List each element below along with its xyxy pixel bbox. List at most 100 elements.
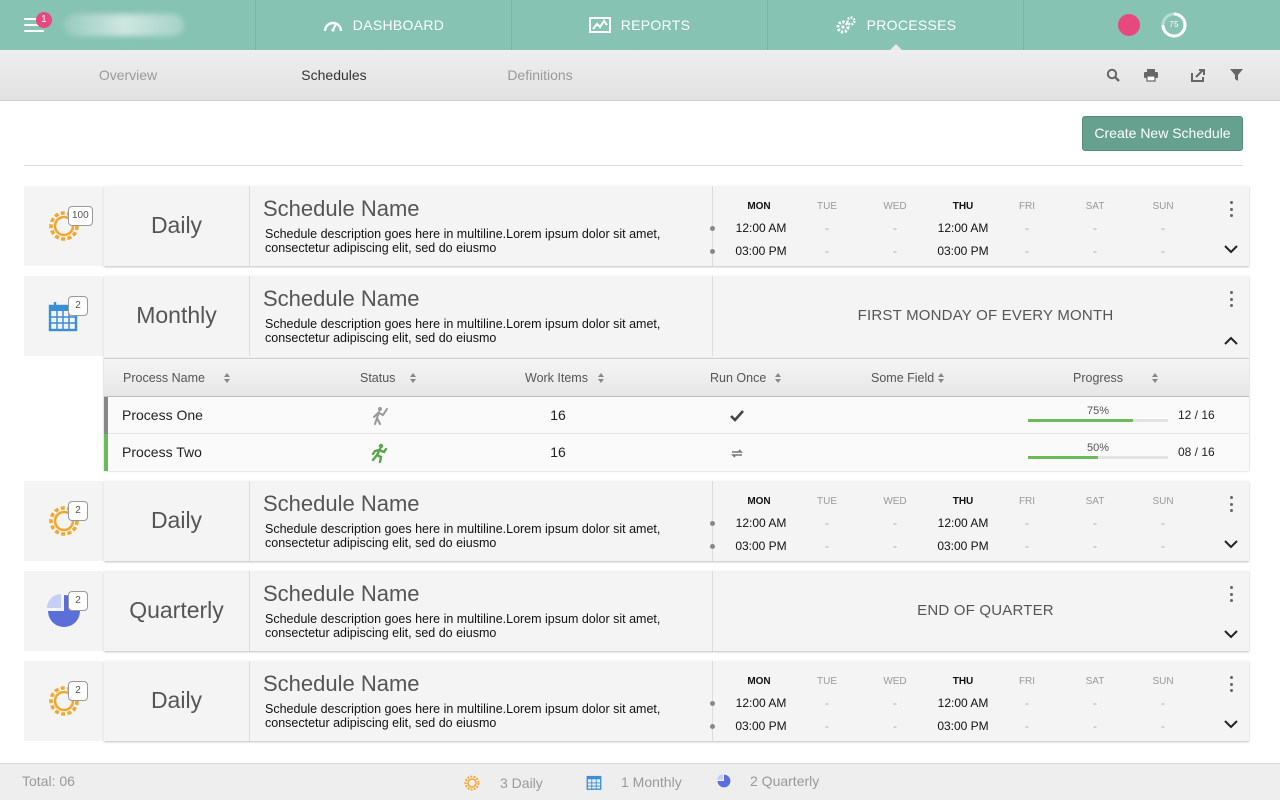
- chevron-up-icon[interactable]: [1222, 334, 1240, 348]
- day-header: THU: [952, 496, 974, 507]
- subtab-definitions[interactable]: Definitions: [490, 50, 590, 100]
- create-new-schedule-button[interactable]: Create New Schedule: [1082, 116, 1243, 151]
- schedule-card[interactable]: Daily Schedule Name Schedule description…: [104, 481, 1249, 561]
- time-cell: -: [1025, 221, 1029, 235]
- schedule-card[interactable]: Monthly Schedule Name Schedule descripti…: [104, 276, 1249, 358]
- tab-label: DASHBOARD: [352, 17, 445, 33]
- schedule-count-badge: 2: [68, 681, 88, 701]
- progress-fill: [1028, 419, 1133, 422]
- footer-quarterly-summary: 2 Quarterly: [716, 773, 819, 789]
- schedule-card[interactable]: Daily Schedule Name Schedule description…: [104, 661, 1249, 741]
- time-cell: -: [1093, 221, 1097, 235]
- sort-icon[interactable]: [224, 373, 230, 383]
- more-options-icon[interactable]: [1222, 495, 1240, 513]
- column-header[interactable]: Progress: [1073, 371, 1123, 385]
- running-person-icon: [371, 443, 388, 463]
- tab-label: REPORTS: [620, 17, 691, 33]
- search-icon[interactable]: [1105, 67, 1121, 83]
- day-header: TUE: [817, 496, 837, 507]
- schedule-name: Schedule Name: [263, 286, 420, 311]
- chevron-down-icon[interactable]: [1222, 537, 1240, 551]
- column-header[interactable]: Status: [360, 371, 395, 385]
- time-cell: 03:00 PM: [735, 719, 787, 733]
- day-header: MON: [747, 201, 771, 212]
- day-header: MON: [747, 676, 771, 687]
- schedule-count-badge: 2: [68, 501, 88, 521]
- row-accent-bar: [104, 397, 108, 434]
- tab-reports[interactable]: REPORTS: [512, 0, 768, 50]
- chevron-down-icon[interactable]: [1222, 717, 1240, 731]
- schedule-name: Schedule Name: [263, 671, 420, 696]
- time-cell: -: [1161, 719, 1165, 733]
- day-header: SAT: [1085, 201, 1105, 212]
- column-header[interactable]: Work Items: [525, 371, 588, 385]
- time-cell: 03:00 PM: [937, 539, 989, 553]
- user-avatar[interactable]: [1118, 14, 1140, 36]
- time-cell: -: [825, 516, 829, 530]
- progress: 50%: [1028, 442, 1168, 462]
- footer-daily-summary: 3 Daily: [462, 773, 543, 793]
- pie-icon: [717, 774, 731, 788]
- day-header: SAT: [1085, 676, 1105, 687]
- progress-track: [1028, 419, 1168, 422]
- tab-processes[interactable]: PROCESSES: [768, 0, 1024, 50]
- time-cell: 03:00 PM: [735, 539, 787, 553]
- progress-count: 12 / 16: [1178, 408, 1215, 422]
- filter-icon[interactable]: [1228, 67, 1244, 83]
- schedule-type-icon-box: 2: [24, 276, 103, 356]
- chart-icon: [588, 17, 611, 33]
- notification-badge: 1: [36, 12, 52, 28]
- time-cell: -: [1161, 244, 1165, 258]
- repeat-icon: [731, 449, 743, 458]
- time-cell: 03:00 PM: [937, 244, 989, 258]
- column-header[interactable]: Process Name: [123, 371, 205, 385]
- progress-count: 08 / 16: [1178, 445, 1215, 459]
- schedule-name: Schedule Name: [263, 581, 420, 606]
- day-header: THU: [952, 201, 974, 212]
- process-name: Process Two: [122, 444, 202, 460]
- more-options-icon[interactable]: [1222, 675, 1240, 693]
- column-header[interactable]: Some Field: [871, 371, 934, 385]
- timer-value: 75: [1169, 20, 1179, 29]
- work-items: 16: [550, 444, 566, 460]
- sort-icon[interactable]: [598, 373, 604, 383]
- time-row-marker: [710, 226, 715, 231]
- day-header: SAT: [1085, 496, 1105, 507]
- tab-dashboard[interactable]: DASHBOARD: [256, 0, 512, 50]
- column-header[interactable]: Run Once: [710, 371, 766, 385]
- time-cell: -: [1093, 244, 1097, 258]
- schedule-type-icon-box: 100: [24, 186, 103, 266]
- subtab-schedules[interactable]: Schedules: [284, 50, 384, 100]
- sort-icon[interactable]: [1152, 373, 1158, 383]
- day-header: FRI: [1018, 676, 1036, 687]
- print-icon[interactable]: [1143, 67, 1159, 83]
- sub-navigation: Overview Schedules Definitions: [0, 50, 1280, 101]
- sort-icon[interactable]: [775, 373, 781, 383]
- day-header: SUN: [1152, 496, 1174, 507]
- export-icon[interactable]: [1190, 67, 1206, 83]
- time-cell: -: [825, 221, 829, 235]
- sort-icon[interactable]: [410, 373, 416, 383]
- time-cell: -: [1025, 516, 1029, 530]
- time-cell: -: [1025, 696, 1029, 710]
- refresh-timer[interactable]: 75: [1160, 11, 1188, 39]
- time-cell: 12:00 AM: [735, 696, 787, 710]
- subtab-overview[interactable]: Overview: [78, 50, 178, 100]
- chevron-down-icon[interactable]: [1222, 627, 1240, 641]
- more-options-icon[interactable]: [1222, 200, 1240, 218]
- time-cell: -: [1161, 516, 1165, 530]
- time-cell: -: [825, 244, 829, 258]
- schedule-name: Schedule Name: [263, 491, 420, 516]
- schedule-frequency: Daily: [104, 186, 250, 266]
- gears-icon: [836, 16, 856, 34]
- table-row[interactable]: Process One 16 75% 12 / 16: [104, 397, 1249, 434]
- chevron-down-icon[interactable]: [1222, 242, 1240, 256]
- more-options-icon[interactable]: [1222, 585, 1240, 603]
- more-options-icon[interactable]: [1222, 290, 1240, 308]
- table-row[interactable]: Process Two 16 50% 08 / 16: [104, 434, 1249, 471]
- time-cell: -: [1093, 516, 1097, 530]
- sort-icon[interactable]: [938, 373, 944, 383]
- schedule-card[interactable]: Daily Schedule Name Schedule description…: [104, 186, 1249, 266]
- weekly-time-grid: MON TUE WED THU FRI SAT SUN 12:00 AM - -…: [710, 481, 1213, 561]
- schedule-card[interactable]: Quarterly Schedule Name Schedule descrip…: [104, 571, 1249, 651]
